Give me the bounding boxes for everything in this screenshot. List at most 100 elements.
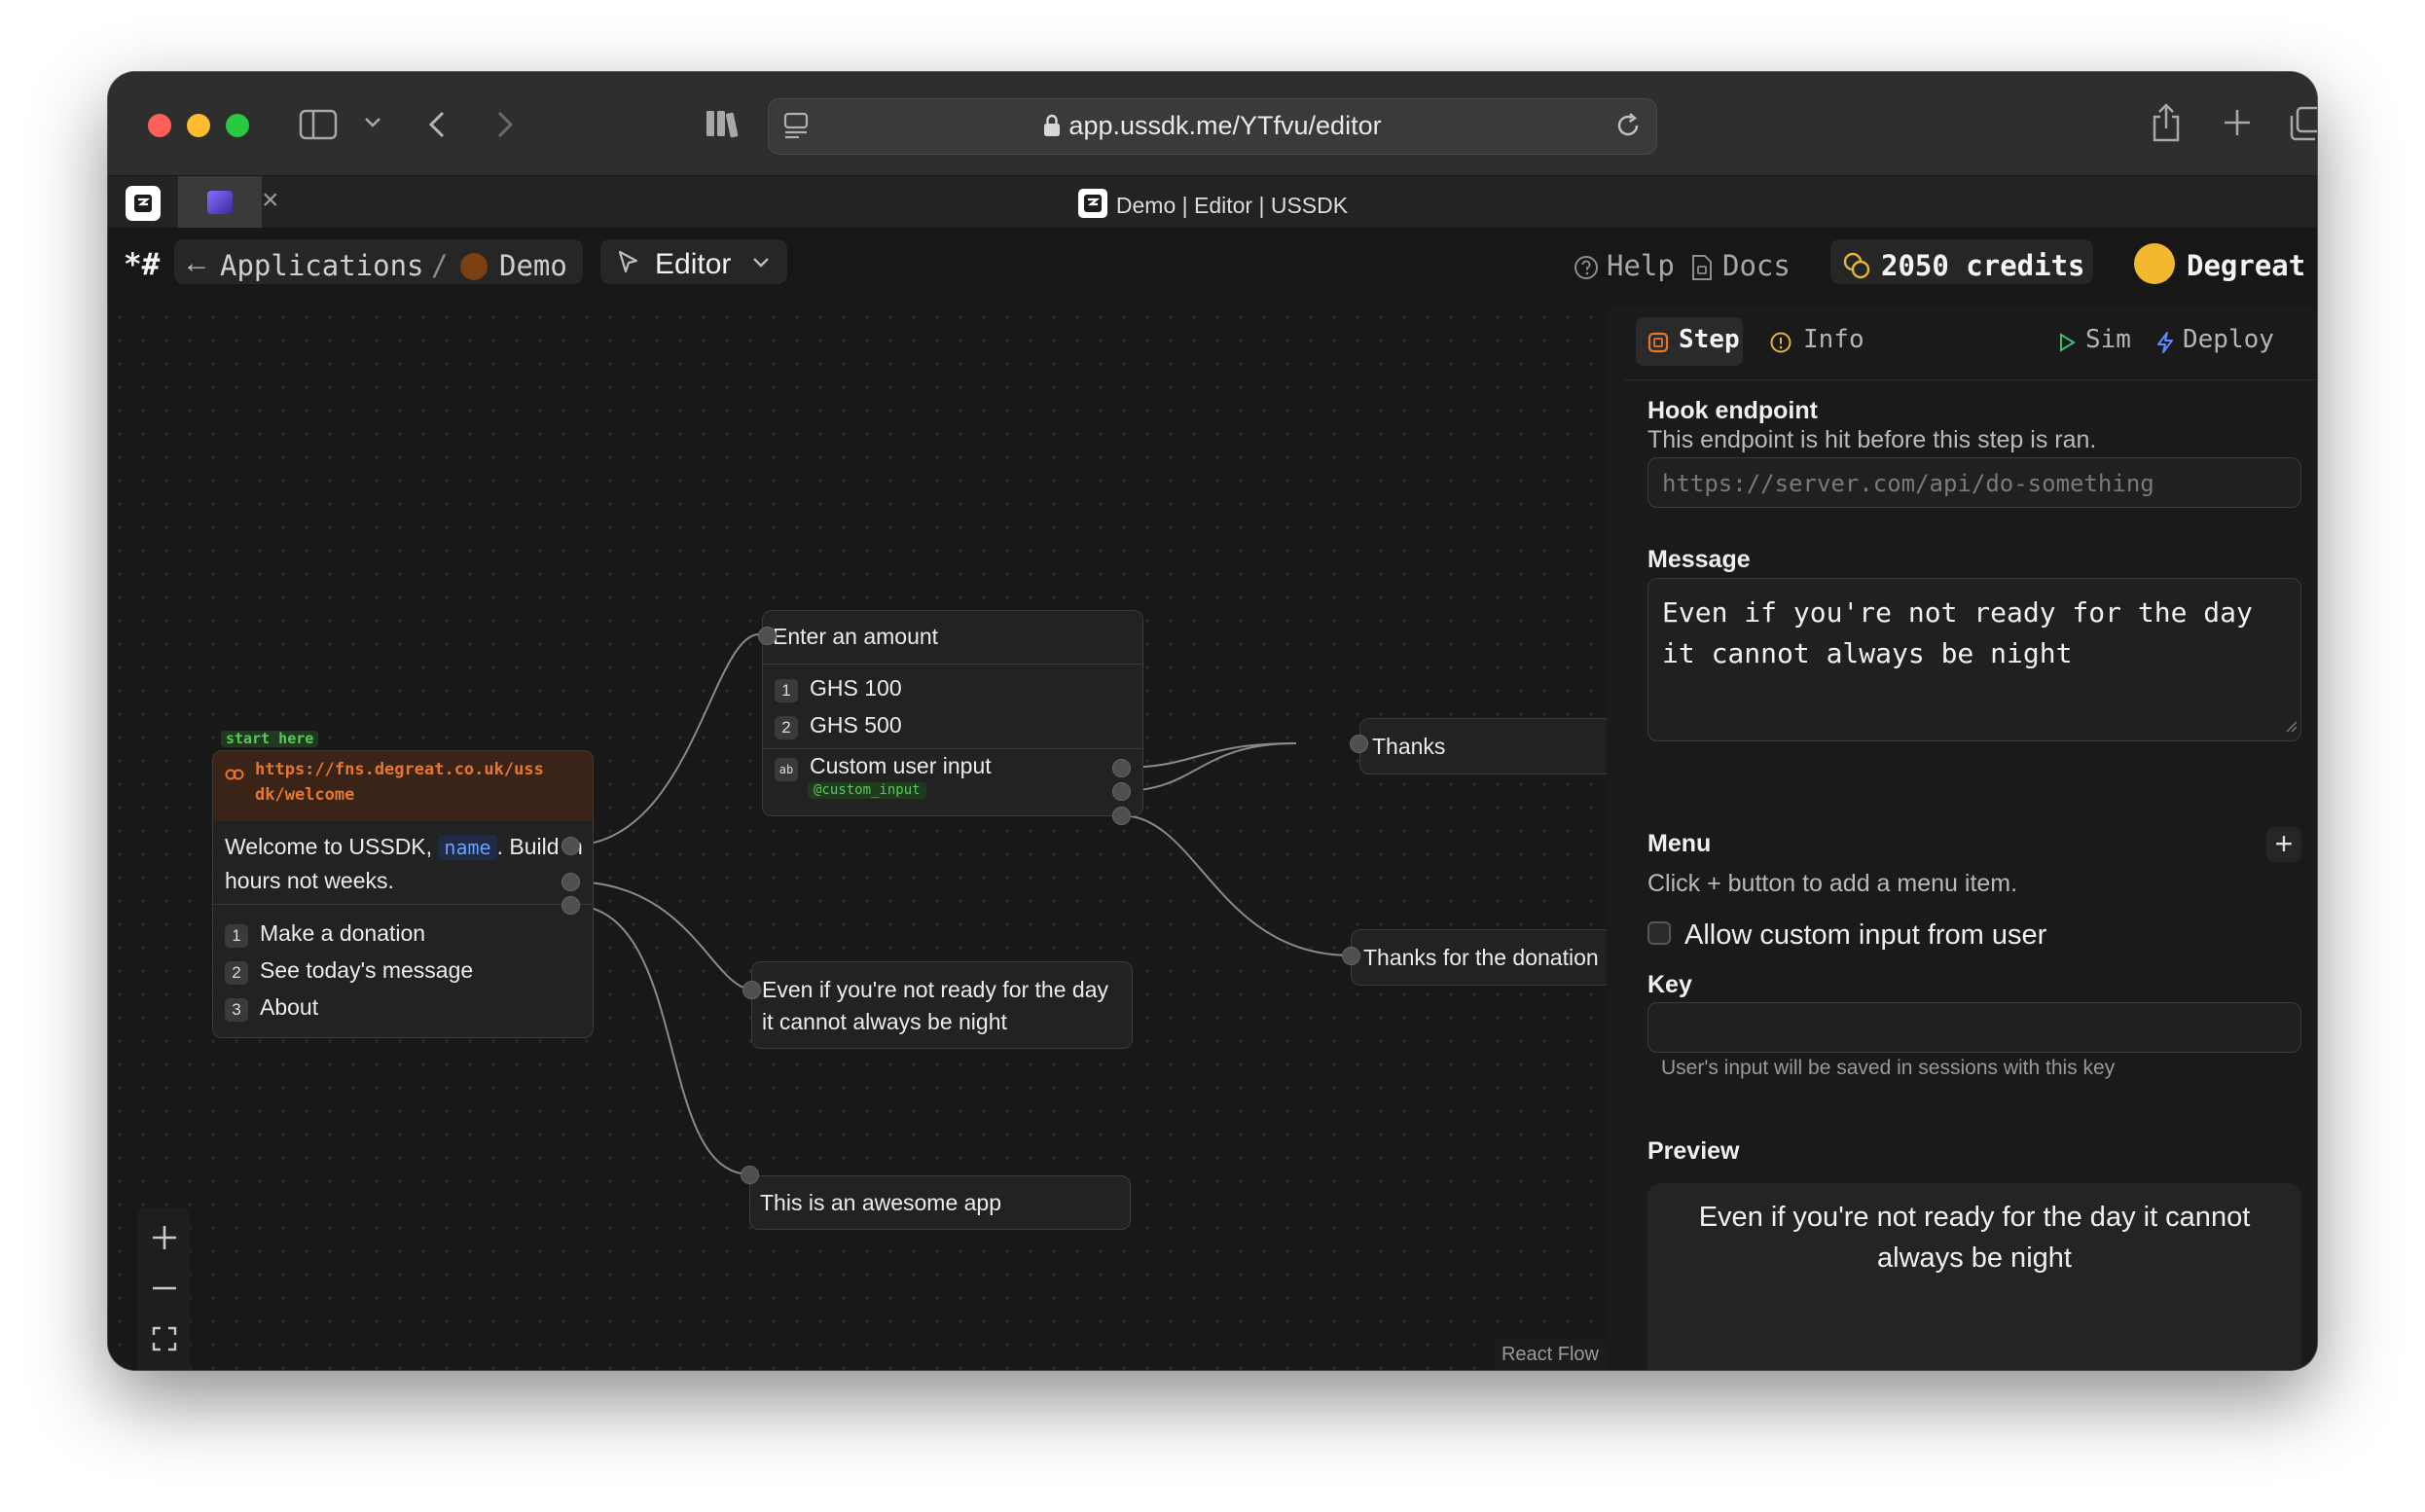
menu-option[interactable]: 3 About — [225, 994, 318, 1022]
custom-input-option[interactable]: ab Custom user input — [775, 753, 992, 781]
amount-node-title: Enter an amount — [773, 624, 939, 649]
react-flow-attribution[interactable]: React Flow — [1493, 1340, 1607, 1370]
zoom-window-button[interactable] — [226, 114, 249, 137]
app-avatar — [460, 253, 488, 280]
tab-info[interactable]: Info — [1803, 325, 1864, 354]
help-icon — [1574, 255, 1599, 285]
edge-custom-to-donation — [1120, 814, 1352, 956]
mode-label: Editor — [655, 248, 732, 280]
zoom-in-icon[interactable] — [139, 1212, 190, 1263]
tab-step-label: Step — [1679, 325, 1740, 354]
address-bar[interactable]: app.ussdk.me/YTfvu/editor — [768, 98, 1657, 155]
edge-donation-to-amount — [569, 633, 760, 846]
source-handle[interactable] — [561, 873, 580, 891]
add-menu-item-button[interactable]: + — [2266, 827, 2301, 862]
start-node[interactable]: https://fns.degreat.co.uk/uss dk/welcome… — [212, 750, 594, 1038]
source-handle[interactable] — [1112, 782, 1131, 801]
breadcrumb-separator: / — [431, 249, 449, 282]
forward-icon[interactable] — [493, 109, 517, 145]
zoom-out-icon[interactable] — [139, 1263, 190, 1314]
play-icon — [2058, 333, 2076, 357]
flow-canvas[interactable]: start here https://fns.degreat.co.uk/uss… — [108, 306, 1607, 1370]
cursor-arrow-icon — [616, 249, 641, 281]
tab-sim[interactable]: Sim — [2085, 325, 2131, 354]
close-window-button[interactable] — [148, 114, 171, 137]
sidebar-toggle-icon[interactable] — [299, 109, 338, 145]
edge-message-to-quote — [569, 881, 754, 990]
about-node-title: This is an awesome app — [760, 1190, 1002, 1215]
panel-tabs: Step Info Sim Deploy — [1624, 306, 2317, 380]
text-input-icon: ab — [775, 758, 798, 781]
target-handle[interactable] — [1342, 947, 1360, 965]
tab-favicon-icon — [1077, 188, 1108, 225]
menu-option[interactable]: 2 GHS 500 — [775, 712, 902, 739]
donation-node[interactable]: Thanks for the donation — [1351, 929, 1607, 986]
source-handle[interactable] — [561, 837, 580, 855]
thanks-node-title: Thanks — [1372, 734, 1446, 759]
amount-node[interactable]: Enter an amount 1 GHS 100 2 GHS 500 ab Cust… — [762, 610, 1143, 816]
message-node[interactable]: Even if you're not ready for the day it … — [751, 961, 1133, 1049]
menu-option[interactable]: 1 Make a donation — [225, 920, 425, 948]
browser-window: app.ussdk.me/YTfvu/editor × Demo | Edito… — [108, 72, 2317, 1370]
user-name[interactable]: Degreat — [2187, 249, 2305, 282]
source-handle[interactable] — [1112, 807, 1131, 825]
key-input[interactable] — [1647, 1002, 2301, 1053]
target-handle[interactable] — [1350, 735, 1368, 753]
preview-label: Preview — [1647, 1137, 1740, 1165]
info-icon — [1770, 332, 1792, 358]
custom-input-checkbox[interactable] — [1647, 921, 1671, 945]
menu-option[interactable]: 1 GHS 100 — [775, 675, 902, 702]
menu-hint: Click + button to add a menu item. — [1647, 870, 2018, 897]
app-logo[interactable]: *# — [124, 247, 160, 282]
target-handle[interactable] — [741, 1166, 759, 1184]
message-label: Message — [1647, 546, 1751, 573]
custom-input-key-badge: @custom_input — [808, 782, 926, 799]
hook-endpoint-description: This endpoint is hit before this step is… — [1647, 426, 2097, 453]
link-icon — [225, 761, 244, 787]
start-node-message: Welcome to USSDK, name. Build in hours n… — [225, 834, 583, 893]
tab-bar: × Demo | Editor | USSDK — [108, 175, 2317, 229]
user-avatar[interactable] — [2134, 243, 2175, 284]
share-icon[interactable] — [2149, 101, 2184, 149]
credits-count: 2050 credits — [1881, 249, 2085, 282]
source-handle[interactable] — [1112, 759, 1131, 777]
about-node[interactable]: This is an awesome app — [749, 1175, 1131, 1230]
message-textarea[interactable]: Even if you're not ready for the day it … — [1647, 578, 2301, 741]
donation-node-title: Thanks for the donation — [1363, 945, 1599, 970]
lock-icon[interactable] — [139, 1364, 190, 1370]
back-arrow-icon[interactable]: ← — [182, 247, 211, 280]
minimize-window-button[interactable] — [187, 114, 210, 137]
message-node-text: Even if you're not ready for the day it … — [762, 977, 1108, 1034]
target-handle[interactable] — [758, 627, 777, 645]
preview-text: Even if you're not ready for the day it … — [1698, 1202, 2251, 1274]
tab-overview-icon[interactable] — [2288, 105, 2317, 147]
docs-link[interactable]: Docs — [1722, 249, 1791, 282]
chevron-down-icon[interactable] — [363, 115, 382, 135]
key-help: User's input will be saved in sessions w… — [1661, 1057, 2116, 1079]
variable-chip: name — [438, 835, 497, 860]
thanks-node[interactable]: Thanks — [1359, 718, 1607, 774]
tab-deploy[interactable]: Deploy — [2183, 325, 2274, 354]
edge-about-to-app — [569, 904, 751, 1175]
hook-endpoint-label: Hook endpoint — [1647, 397, 1818, 424]
source-handle[interactable] — [561, 896, 580, 915]
bookmarks-icon[interactable] — [704, 107, 742, 145]
message-text: Even if you're not ready for the day it … — [1662, 596, 2253, 669]
new-tab-icon[interactable] — [2222, 107, 2253, 143]
breadcrumb-applications[interactable]: Applications — [220, 249, 424, 282]
start-here-badge: start here — [221, 731, 319, 747]
custom-input-label[interactable]: Allow custom input from user — [1684, 919, 2046, 952]
reload-icon[interactable] — [1613, 111, 1643, 145]
lock-icon — [1043, 114, 1061, 144]
app-header: *# ← Applications / Demo Editor Help Doc… — [108, 228, 2317, 306]
key-label: Key — [1647, 971, 1692, 998]
back-icon[interactable] — [425, 109, 449, 145]
hook-endpoint-input[interactable]: https://server.com/api/do-something — [1647, 457, 2301, 508]
resize-handle-icon[interactable] — [2285, 720, 2298, 738]
preview-box: Even if you're not ready for the day it … — [1647, 1183, 2301, 1370]
target-handle[interactable] — [742, 981, 761, 999]
breadcrumb-app-name[interactable]: Demo — [499, 249, 567, 282]
fit-view-icon[interactable] — [139, 1314, 190, 1364]
help-link[interactable]: Help — [1607, 249, 1675, 282]
menu-option[interactable]: 2 See today's message — [225, 957, 473, 985]
